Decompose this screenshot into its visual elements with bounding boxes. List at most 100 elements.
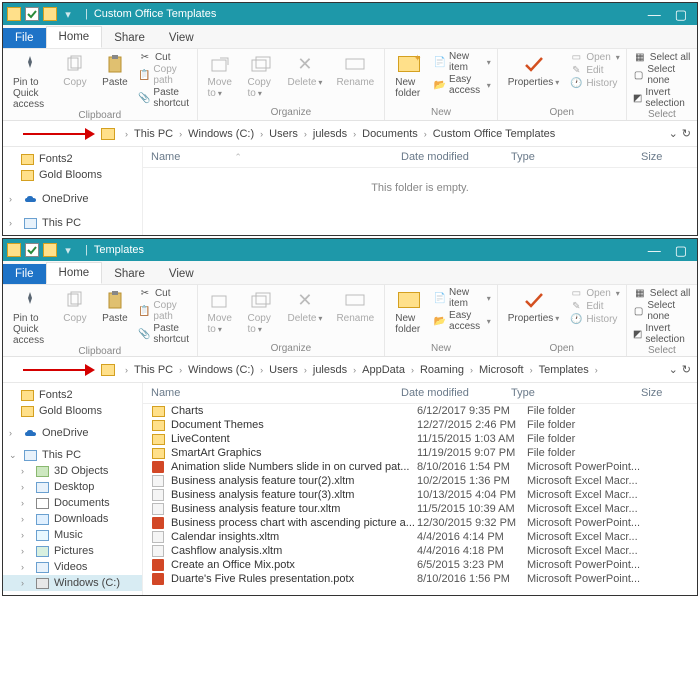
address-bar[interactable]: › This PC› Windows (C:)› Users› julesds›… (3, 357, 697, 383)
nav-item[interactable]: ›3D Objects (3, 463, 142, 479)
tab-home[interactable]: Home (46, 262, 103, 284)
qa-dropdown[interactable]: ▾ (61, 243, 75, 257)
titlebar[interactable]: ▾ | Custom Office Templates — ▢ (3, 3, 697, 25)
breadcrumb[interactable]: Templates (537, 364, 591, 376)
dropdown-icon[interactable]: ⌄ (669, 127, 678, 140)
tab-share[interactable]: Share (102, 264, 157, 284)
new-folder-button[interactable]: ✦New folder (391, 51, 427, 99)
copy-to-button[interactable]: Copy to▾ (244, 287, 278, 335)
copy-path-button[interactable]: 📋Copy path (138, 300, 191, 322)
breadcrumb[interactable]: Users (267, 364, 300, 376)
titlebar[interactable]: ▾ | Templates — ▢ (3, 239, 697, 261)
nav-item-onedrive[interactable]: ›OneDrive (3, 425, 142, 441)
qa-checkbox[interactable] (25, 7, 39, 21)
maximize-button[interactable]: ▢ (675, 244, 687, 257)
move-to-button[interactable]: Move to▾ (204, 287, 238, 335)
select-none-button[interactable]: ▢Select none (633, 64, 691, 86)
new-item-button[interactable]: 📄New item▾ (434, 287, 491, 309)
properties-button[interactable]: Properties▾ (504, 287, 564, 324)
file-row[interactable]: LiveContent11/15/2015 1:03 AMFile folder (143, 432, 697, 446)
tab-file[interactable]: File (3, 28, 46, 48)
easy-access-button[interactable]: 📂Easy access▾ (434, 310, 491, 332)
nav-item[interactable]: Fonts2 (3, 387, 142, 403)
edit-button[interactable]: ✎Edit (569, 300, 619, 312)
new-item-button[interactable]: 📄New item▾ (434, 51, 491, 73)
breadcrumb[interactable]: Windows (C:) (186, 128, 256, 140)
open-button[interactable]: ▭Open▾ (569, 287, 619, 299)
file-row[interactable]: SmartArt Graphics11/19/2015 9:07 PMFile … (143, 446, 697, 460)
nav-item[interactable]: ›Pictures (3, 543, 142, 559)
qa-checkbox[interactable] (25, 243, 39, 257)
breadcrumb[interactable]: Documents (360, 128, 420, 140)
nav-item[interactable]: Gold Blooms (3, 403, 142, 419)
cut-button[interactable]: ✂Cut (138, 287, 191, 299)
nav-item[interactable]: ›Downloads (3, 511, 142, 527)
cut-button[interactable]: ✂Cut (138, 51, 191, 63)
maximize-button[interactable]: ▢ (675, 8, 687, 21)
chevron-right-icon[interactable]: › (9, 218, 19, 228)
breadcrumb[interactable]: julesds (311, 128, 349, 140)
move-to-button[interactable]: Move to▾ (204, 51, 238, 99)
nav-item[interactable]: ›Music (3, 527, 142, 543)
breadcrumb[interactable]: julesds (311, 364, 349, 376)
open-button[interactable]: ▭Open▾ (569, 51, 619, 63)
select-all-button[interactable]: ▦Select all (633, 287, 691, 299)
chevron-down-icon[interactable]: ⌄ (9, 450, 19, 461)
breadcrumb[interactable]: AppData (360, 364, 407, 376)
tab-view[interactable]: View (157, 264, 206, 284)
history-button[interactable]: 🕐History (569, 77, 619, 89)
rename-button[interactable]: Rename (332, 287, 378, 324)
file-row[interactable]: Create an Office Mix.potx6/5/2015 3:23 P… (143, 558, 697, 572)
nav-item[interactable]: Fonts2 (3, 151, 142, 167)
nav-item[interactable]: ›Desktop (3, 479, 142, 495)
refresh-icon[interactable]: ↻ (682, 127, 691, 140)
refresh-icon[interactable]: ↻ (682, 363, 691, 376)
tab-file[interactable]: File (3, 264, 46, 284)
file-row[interactable]: Business analysis feature tour.xltm11/5/… (143, 502, 697, 516)
file-row[interactable]: Animation slide Numbers slide in on curv… (143, 460, 697, 474)
history-button[interactable]: 🕐History (569, 313, 619, 325)
nav-item[interactable]: ›Documents (3, 495, 142, 511)
copy-to-button[interactable]: Copy to▾ (244, 51, 278, 99)
delete-button[interactable]: ✕Delete▾ (284, 51, 327, 88)
file-row[interactable]: Charts6/12/2017 9:35 PMFile folder (143, 404, 697, 418)
paste-button[interactable]: Paste (98, 287, 132, 324)
nav-item-this-pc[interactable]: ›This PC (3, 215, 142, 231)
file-row[interactable]: Duarte's Five Rules presentation.potx8/1… (143, 572, 697, 586)
file-row[interactable]: Business process chart with ascending pi… (143, 516, 697, 530)
paste-shortcut-button[interactable]: 📎Paste shortcut (138, 323, 191, 345)
nav-item-selected[interactable]: ›Windows (C:) (3, 575, 142, 591)
select-all-button[interactable]: ▦Select all (633, 51, 691, 63)
column-headers[interactable]: Name⌃ Date modified Type Size (143, 147, 697, 168)
properties-button[interactable]: Properties▾ (504, 51, 564, 88)
file-row[interactable]: Cashflow analysis.xltm4/4/2016 4:18 PMMi… (143, 544, 697, 558)
tab-share[interactable]: Share (102, 28, 157, 48)
new-folder-button[interactable]: New folder (391, 287, 427, 335)
breadcrumb[interactable]: Microsoft (477, 364, 526, 376)
qa-dropdown[interactable]: ▾ (61, 7, 75, 21)
chevron-right-icon[interactable]: › (9, 194, 19, 204)
tab-view[interactable]: View (157, 28, 206, 48)
rename-button[interactable]: Rename (332, 51, 378, 88)
paste-shortcut-button[interactable]: 📎Paste shortcut (138, 87, 191, 109)
copy-button[interactable]: Copy (58, 51, 92, 88)
breadcrumb[interactable]: Custom Office Templates (431, 128, 557, 140)
file-row[interactable]: Calendar insights.xltm4/4/2016 4:14 PMMi… (143, 530, 697, 544)
edit-button[interactable]: ✎Edit (569, 64, 619, 76)
pin-quick-access-button[interactable]: Pin to Quick access (9, 287, 52, 346)
file-row[interactable]: Business analysis feature tour(2).xltm10… (143, 474, 697, 488)
easy-access-button[interactable]: 📂Easy access▾ (434, 74, 491, 96)
copy-path-button[interactable]: 📋Copy path (138, 64, 191, 86)
breadcrumb[interactable]: Users (267, 128, 300, 140)
breadcrumb[interactable]: This PC (132, 364, 175, 376)
dropdown-icon[interactable]: ⌄ (669, 363, 678, 376)
nav-item[interactable]: ›Videos (3, 559, 142, 575)
file-row[interactable]: Document Themes12/27/2015 2:46 PMFile fo… (143, 418, 697, 432)
breadcrumb[interactable]: This PC (132, 128, 175, 140)
tab-home[interactable]: Home (46, 26, 103, 48)
column-headers[interactable]: Name Date modified Type Size (143, 383, 697, 404)
nav-item[interactable]: Gold Blooms (3, 167, 142, 183)
minimize-button[interactable]: — (648, 244, 661, 257)
paste-button[interactable]: Paste (98, 51, 132, 88)
nav-item-onedrive[interactable]: ›OneDrive (3, 191, 142, 207)
